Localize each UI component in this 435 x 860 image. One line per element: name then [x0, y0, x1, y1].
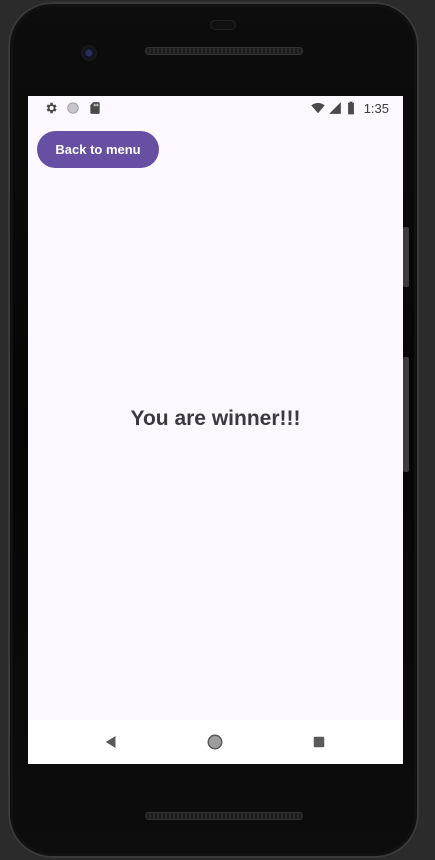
gear-icon: [46, 102, 57, 114]
top-speaker: [145, 47, 303, 55]
sd-card-icon: [90, 102, 100, 114]
top-sensor: [210, 20, 236, 30]
back-triangle-icon[interactable]: [102, 733, 120, 751]
signal-icon: [329, 102, 341, 114]
status-bar: 1:35: [28, 96, 403, 120]
battery-icon: [348, 101, 354, 115]
winner-message: You are winner!!!: [130, 407, 301, 430]
circle-icon: [67, 102, 79, 114]
home-circle-icon[interactable]: [206, 733, 224, 751]
navigation-bar: [28, 720, 403, 764]
power-button: [403, 227, 409, 287]
recents-square-icon[interactable]: [310, 733, 328, 751]
bottom-speaker: [145, 812, 303, 820]
back-to-menu-button[interactable]: Back to menu: [37, 131, 159, 168]
status-time: 1:35: [363, 101, 389, 116]
volume-button: [403, 357, 409, 472]
wifi-icon: [311, 103, 325, 114]
front-camera: [81, 45, 97, 61]
device-screen: 1:35 Back to menu You are winner!!!: [28, 96, 403, 764]
